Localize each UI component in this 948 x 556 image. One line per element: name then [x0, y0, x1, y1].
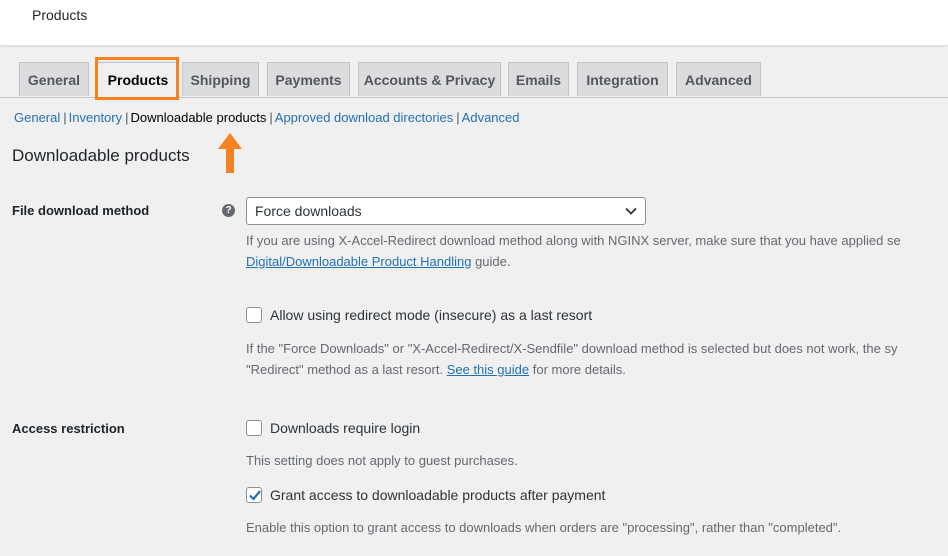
section-heading: Downloadable products — [12, 146, 190, 165]
top-bar: Products — [0, 0, 948, 45]
section-link-advanced[interactable]: Advanced — [462, 110, 520, 125]
tab-general[interactable]: General — [19, 62, 89, 96]
grant-access-checkbox[interactable] — [246, 487, 262, 503]
access-restriction-label: Access restriction — [12, 421, 125, 436]
section-nav: General | Inventory | Downloadable products |… — [14, 110, 520, 125]
section-current-downloadable[interactable]: Downloadable products — [131, 110, 267, 125]
file-download-method-label: File download method — [12, 203, 150, 218]
login-description: This setting does not apply to guest pur… — [246, 453, 518, 468]
grant-access-label: Grant access to downloadable products af… — [270, 487, 606, 503]
redirect-mode-option: Allow using redirect mode (insecure) as … — [246, 307, 592, 323]
page-title: Products — [32, 7, 88, 23]
help-icon[interactable]: ? — [222, 204, 235, 217]
grant-access-description: Enable this option to grant access to do… — [246, 520, 842, 535]
redirect-mode-description: If the "Force Downloads" or "X-Accel-Red… — [246, 341, 898, 377]
tab-shipping[interactable]: Shipping — [182, 62, 259, 96]
file-download-description: If you are using X-Accel-Redirect downlo… — [246, 233, 901, 269]
up-arrow-icon — [218, 133, 242, 173]
grant-access-option: Grant access to downloadable products af… — [246, 487, 605, 503]
product-handling-guide-link[interactable]: Digital/Downloadable Product Handling — [246, 254, 471, 269]
tab-emails[interactable]: Emails — [508, 62, 569, 96]
see-this-guide-link[interactable]: See this guide — [447, 362, 529, 377]
section-link-general[interactable]: General — [14, 110, 60, 125]
downloads-require-login-checkbox[interactable] — [246, 420, 262, 436]
tab-products[interactable]: Products — [97, 62, 179, 98]
section-link-inventory[interactable]: Inventory — [69, 110, 122, 125]
tabs-divider — [0, 97, 948, 98]
downloads-require-login-label: Downloads require login — [270, 420, 421, 436]
tab-advanced[interactable]: Advanced — [676, 62, 761, 96]
tab-payments[interactable]: Payments — [267, 62, 350, 96]
section-link-approved-directories[interactable]: Approved download directories — [275, 110, 454, 125]
redirect-mode-checkbox[interactable] — [246, 307, 262, 323]
checkmark-icon — [249, 490, 261, 501]
file-download-method-select[interactable]: Force downloads — [246, 197, 646, 225]
tab-integration[interactable]: Integration — [577, 62, 668, 96]
redirect-mode-label: Allow using redirect mode (insecure) as … — [270, 307, 593, 323]
downloads-require-login-option: Downloads require login — [246, 420, 420, 436]
chevron-down-icon — [625, 207, 637, 215]
tab-accounts-privacy[interactable]: Accounts & Privacy — [358, 62, 501, 96]
select-value: Force downloads — [255, 203, 362, 219]
